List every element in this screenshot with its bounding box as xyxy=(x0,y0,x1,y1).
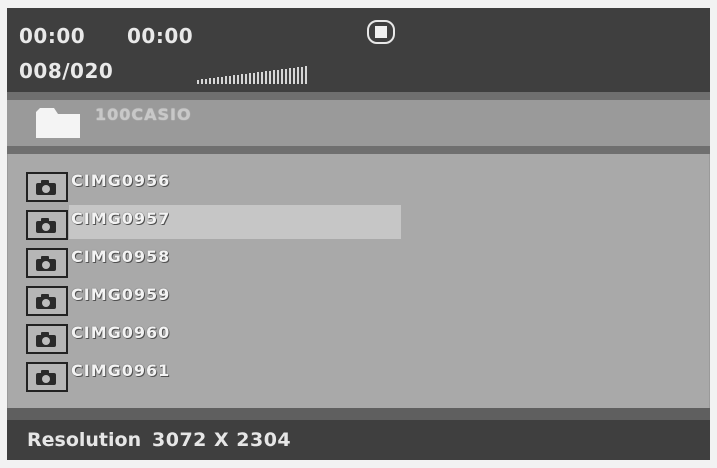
volume-bar xyxy=(245,74,247,84)
footer-divider xyxy=(7,408,710,420)
folder-row[interactable]: 100CASIO xyxy=(7,100,710,146)
folder-name: 100CASIO xyxy=(95,105,192,124)
volume-bar xyxy=(265,71,267,84)
volume-bar xyxy=(325,64,327,84)
camera-icon xyxy=(26,210,68,240)
camera-icon xyxy=(26,248,68,278)
list-item-selected[interactable]: CIMG0957 xyxy=(7,202,710,240)
volume-bar xyxy=(253,73,255,84)
volume-bar xyxy=(277,70,279,84)
volume-bar xyxy=(217,77,219,84)
volume-bar xyxy=(249,73,251,84)
list-item[interactable]: CIMG0958 xyxy=(7,240,710,278)
volume-bar xyxy=(237,75,239,84)
info-footer: Resolution 3072 X 2304 xyxy=(7,420,710,460)
camera-icon xyxy=(26,172,68,202)
list-item[interactable]: CIMG0959 xyxy=(7,278,710,316)
volume-bar xyxy=(229,76,231,84)
volume-bar xyxy=(333,63,335,84)
volume-bar xyxy=(321,64,323,84)
file-counter: 008/020 xyxy=(19,59,114,83)
volume-bar xyxy=(221,77,223,84)
file-name: CIMG0958 xyxy=(71,247,171,266)
stop-icon[interactable] xyxy=(367,20,395,44)
volume-bar xyxy=(241,74,243,84)
volume-bar xyxy=(337,62,339,84)
volume-bar xyxy=(313,65,315,84)
volume-bar xyxy=(205,79,207,84)
volume-bar xyxy=(349,61,351,84)
list-item[interactable]: CIMG0960 xyxy=(7,316,710,354)
file-name: CIMG0957 xyxy=(71,209,171,228)
volume-bar xyxy=(257,72,259,84)
volume-bar xyxy=(329,63,331,84)
volume-bar xyxy=(233,75,235,84)
header-divider xyxy=(7,92,710,100)
volume-bar xyxy=(353,60,355,84)
folder-divider xyxy=(7,146,710,154)
volume-bar xyxy=(261,72,263,84)
total-time: 00:00 xyxy=(127,24,194,48)
volume-bar xyxy=(297,67,299,84)
volume-bar xyxy=(281,69,283,84)
playback-header: 00:00 00:00 008/020 xyxy=(7,8,710,92)
volume-bar xyxy=(269,71,271,84)
volume-bar xyxy=(305,66,307,84)
list-item[interactable]: CIMG0961 xyxy=(7,354,710,392)
resolution-label: Resolution xyxy=(27,429,142,451)
camera-icon xyxy=(26,324,68,354)
file-name: CIMG0960 xyxy=(71,323,171,342)
volume-bar xyxy=(301,67,303,84)
volume-bar xyxy=(285,69,287,84)
volume-bar xyxy=(293,68,295,84)
camera-icon xyxy=(26,362,68,392)
volume-meter xyxy=(197,58,357,84)
volume-bar xyxy=(345,61,347,84)
media-browser-screen: 00:00 00:00 008/020 100CASIO CIMG0956 CI… xyxy=(7,8,710,460)
volume-bar xyxy=(309,66,311,84)
volume-bar xyxy=(209,78,211,84)
file-list: CIMG0956 CIMG0957 CIMG0958 CIMG0959 CIMG… xyxy=(7,164,710,400)
volume-bar xyxy=(317,65,319,84)
volume-bar xyxy=(289,68,291,84)
file-name: CIMG0956 xyxy=(71,171,171,190)
volume-bar xyxy=(341,62,343,84)
file-name: CIMG0959 xyxy=(71,285,171,304)
volume-bar xyxy=(225,76,227,84)
folder-icon xyxy=(36,108,80,138)
camera-icon xyxy=(26,286,68,316)
volume-bar xyxy=(273,70,275,84)
stop-square xyxy=(375,26,387,38)
resolution-value: 3072 X 2304 xyxy=(152,429,292,451)
volume-bar xyxy=(201,79,203,84)
list-item[interactable]: CIMG0956 xyxy=(7,164,710,202)
file-name: CIMG0961 xyxy=(71,361,171,380)
volume-bar xyxy=(213,78,215,84)
volume-bar xyxy=(197,80,199,84)
current-time: 00:00 xyxy=(19,24,86,48)
